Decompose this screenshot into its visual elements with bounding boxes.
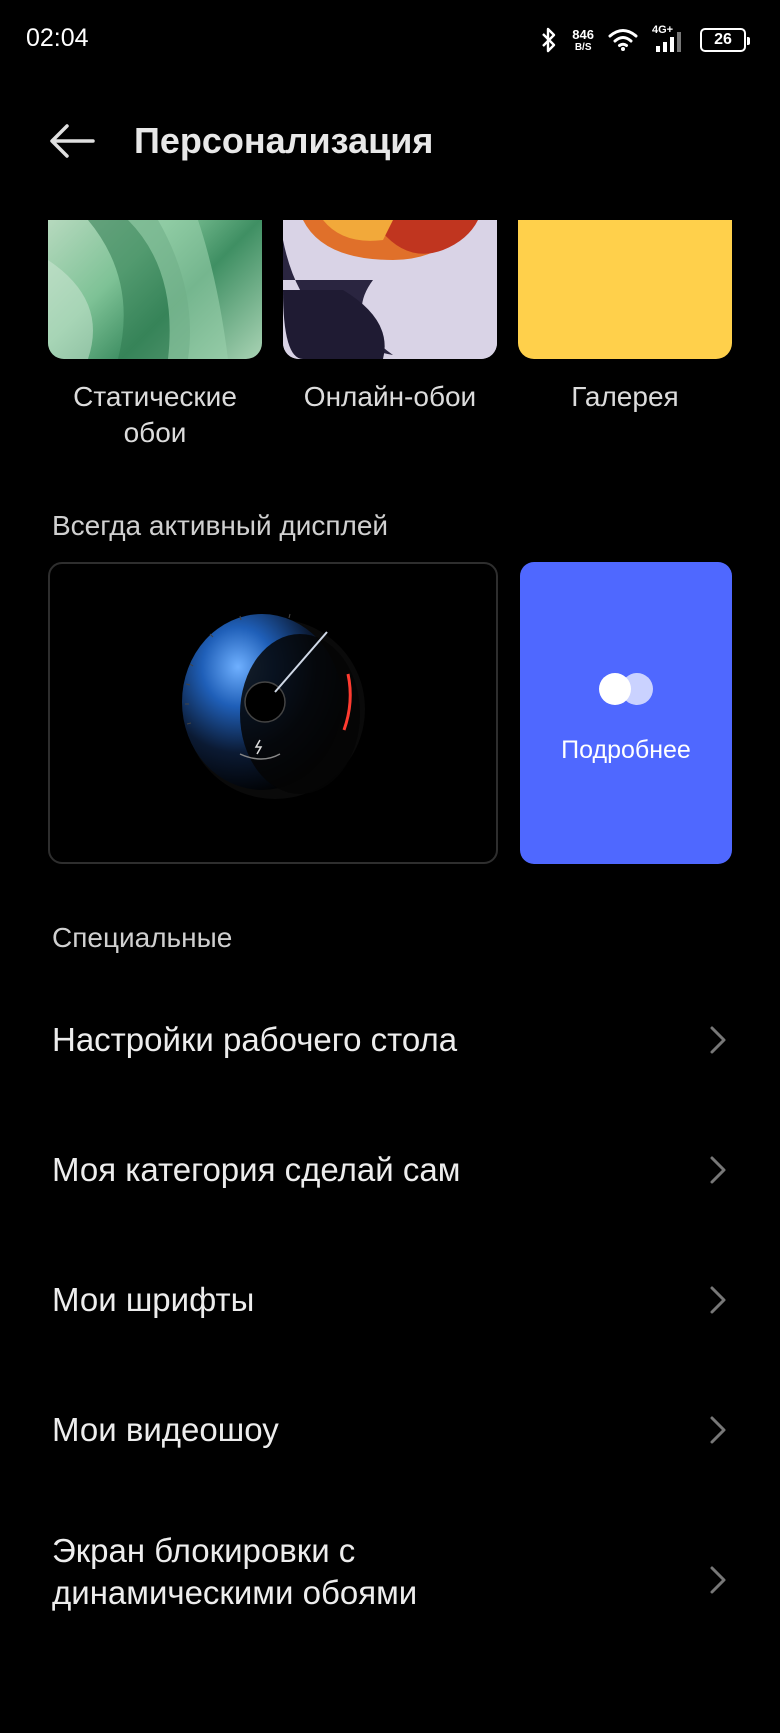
status-bar: 02:04 846 B/S 4G+ 26 [0,0,780,80]
list-item-video-shows[interactable]: Мои видеошоу [0,1370,780,1490]
online-wallpapers-option[interactable]: Онлайн-обои [283,220,497,415]
gallery-thumbnail [518,220,732,359]
chevron-right-icon [710,1286,726,1314]
chevron-right-icon [710,1156,726,1184]
aod-preview-card[interactable] [48,562,498,864]
gallery-label: Галерея [571,381,679,412]
gallery-option[interactable]: Галерея [518,220,732,415]
online-wallpapers-label: Онлайн-обои [303,381,477,412]
aod-clock-preview [182,613,365,799]
battery-level: 26 [714,31,732,48]
list-item-my-fonts[interactable]: Мои шрифты [0,1240,780,1360]
online-wallpapers-thumbnail [283,220,497,359]
arrow-left-icon [50,124,95,158]
net-speed-unit: B/S [574,41,592,53]
net-speed-value: 846 [572,26,594,42]
wifi-icon [608,28,638,52]
list-item-label: Мои шрифты [52,1281,255,1318]
status-icons: 846 B/S 4G+ 26 [540,22,750,58]
list-item-desktop-settings[interactable]: Настройки рабочего стола [0,980,780,1100]
static-wallpapers-option[interactable]: Статические обои [48,220,262,451]
bluetooth-icon [540,27,558,53]
battery-icon: 26 [700,28,750,52]
special-section-label: Специальные [52,922,233,953]
status-time: 02:04 [26,24,89,52]
chevron-right-icon [710,1416,726,1444]
chevron-right-icon [710,1026,726,1054]
signal-icon: 4G+ [652,24,686,54]
list-item-label: Экран блокировки с динамическими обоями [52,1532,418,1611]
aod-section-label: Всегда активный дисплей [52,510,389,541]
aod-more-label: Подробнее [561,736,691,764]
list-item-label: Мои видеошоу [52,1411,279,1448]
back-button[interactable] [44,116,100,166]
static-wallpapers-label: Статические обои [73,381,237,448]
list-item-label: Настройки рабочего стола [52,1021,458,1058]
aod-more-button[interactable]: Подробнее [520,562,732,864]
list-item-diy-category[interactable]: Моя категория сделай сам [0,1110,780,1230]
list-item-dynamic-lockscreen[interactable]: Экран блокировки с динамическими обоями [0,1510,780,1650]
static-wallpapers-thumbnail [48,220,262,359]
list-item-label: Моя категория сделай сам [52,1151,461,1188]
toggle-circles-icon [599,673,653,705]
page-title: Персонализация [134,120,434,161]
chevron-right-icon [710,1566,726,1594]
net-speed: 846 B/S [572,28,594,53]
header: Персонализация [0,100,780,180]
